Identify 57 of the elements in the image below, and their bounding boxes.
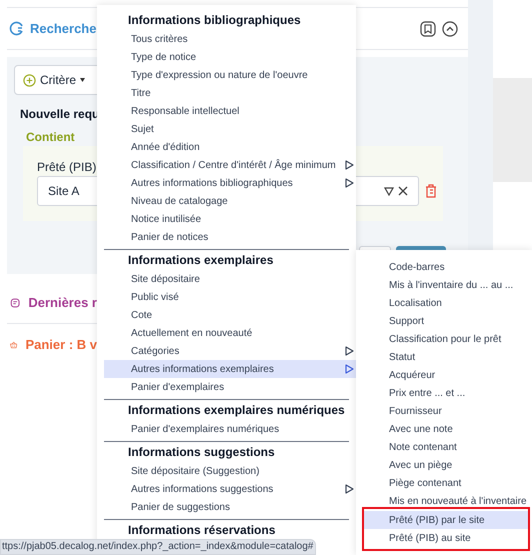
submenu-item[interactable]: Mis en nouveauté à l'inventaire — [356, 492, 532, 510]
menu-item[interactable]: Titre — [104, 84, 356, 102]
menu-item[interactable]: Sujet — [104, 120, 356, 138]
submenu-item[interactable]: Prix entre ... et ... — [356, 384, 532, 402]
collapse-icon[interactable] — [442, 20, 458, 36]
submenu-item[interactable]: Statut — [356, 348, 532, 366]
clear-icon[interactable] — [398, 186, 408, 196]
menu-item[interactable]: Actuellement en nouveauté — [104, 324, 356, 342]
menu-item[interactable]: Responsable intellectuel — [104, 102, 356, 120]
menu-item[interactable]: Autres informations bibliographiques — [104, 174, 356, 192]
submenu-item[interactable]: Prêté (PIB) par le site — [364, 511, 528, 529]
menu-heading: Informations exemplaires — [128, 252, 274, 269]
submenu-item[interactable]: Code-barres — [356, 258, 532, 276]
menu-heading: Informations réservations — [128, 522, 276, 539]
search-icon — [9, 20, 25, 36]
menu-item[interactable]: Année d'édition — [104, 138, 356, 156]
panel-title: Recherche — [30, 20, 96, 38]
menu-item[interactable]: Panier d'exemplaires — [104, 378, 356, 396]
submenu-item[interactable]: Support — [356, 312, 532, 330]
menu-item[interactable]: Autres informations suggestions — [104, 480, 356, 498]
menu-item[interactable]: Type de notice — [104, 48, 356, 66]
submenu-item[interactable]: Acquéreur — [356, 366, 532, 384]
submenu-item[interactable]: Fournisseur — [356, 402, 532, 420]
submenu-item[interactable]: Avec une note — [356, 420, 532, 438]
caret-icon — [80, 78, 86, 82]
submenu-item[interactable]: Mis à l'inventaire du ... au ... — [356, 276, 532, 294]
menu-item[interactable]: Panier de suggestions — [104, 498, 356, 516]
menu-item[interactable]: Tous critères — [104, 30, 356, 48]
submenu-item[interactable]: Localisation — [356, 294, 532, 312]
menu-item[interactable]: Catégories — [104, 342, 356, 360]
delete-icon[interactable] — [425, 184, 437, 198]
menu-heading: Informations exemplaires numériques — [128, 402, 345, 419]
menu-item[interactable]: Site dépositaire (Suggestion) — [104, 462, 356, 480]
submenu-item[interactable]: Prêté (PIB) au site — [364, 529, 528, 547]
status-bar: ttps://pjab05.decalog.net/index.php?_action=_index&module=catalog# — [0, 539, 316, 555]
add-icon — [23, 74, 36, 86]
menu-item[interactable]: Cote — [104, 306, 356, 324]
submenu-item[interactable]: Avec un piège — [356, 456, 532, 474]
submenu-item[interactable]: Classification pour le prêt — [356, 330, 532, 348]
menu-heading: Informations suggestions — [128, 444, 275, 461]
criterion-label: Prêté (PIB) — [37, 159, 96, 176]
menu-item[interactable]: Panier d'exemplaires numériques — [104, 420, 356, 438]
menu-item[interactable]: Notice inutilisée — [104, 210, 356, 228]
submenu-item[interactable]: Note contenant — [356, 438, 532, 456]
section-title[interactable]: Dernières r — [28, 292, 97, 312]
operator-label: Contient — [26, 129, 75, 146]
menu-heading: Informations bibliographiques — [128, 12, 301, 29]
menu-item[interactable]: Autres informations exemplaires — [104, 360, 356, 378]
menu-item[interactable]: Niveau de catalogage — [104, 192, 356, 210]
submenu-item[interactable]: Piège contenant — [356, 474, 532, 492]
menu-item[interactable]: Type d'expression ou nature de l'oeuvre — [104, 66, 356, 84]
menu-item[interactable]: Site dépositaire — [104, 270, 356, 288]
dropdown-icon[interactable] — [384, 186, 394, 196]
bookmark-icon[interactable] — [420, 20, 436, 36]
menu-item[interactable]: Public visé — [104, 288, 356, 306]
menu-item[interactable]: Panier de notices — [104, 228, 356, 246]
menu-item[interactable]: Classification / Centre d'intérêt / Âge minimum — [104, 156, 356, 174]
